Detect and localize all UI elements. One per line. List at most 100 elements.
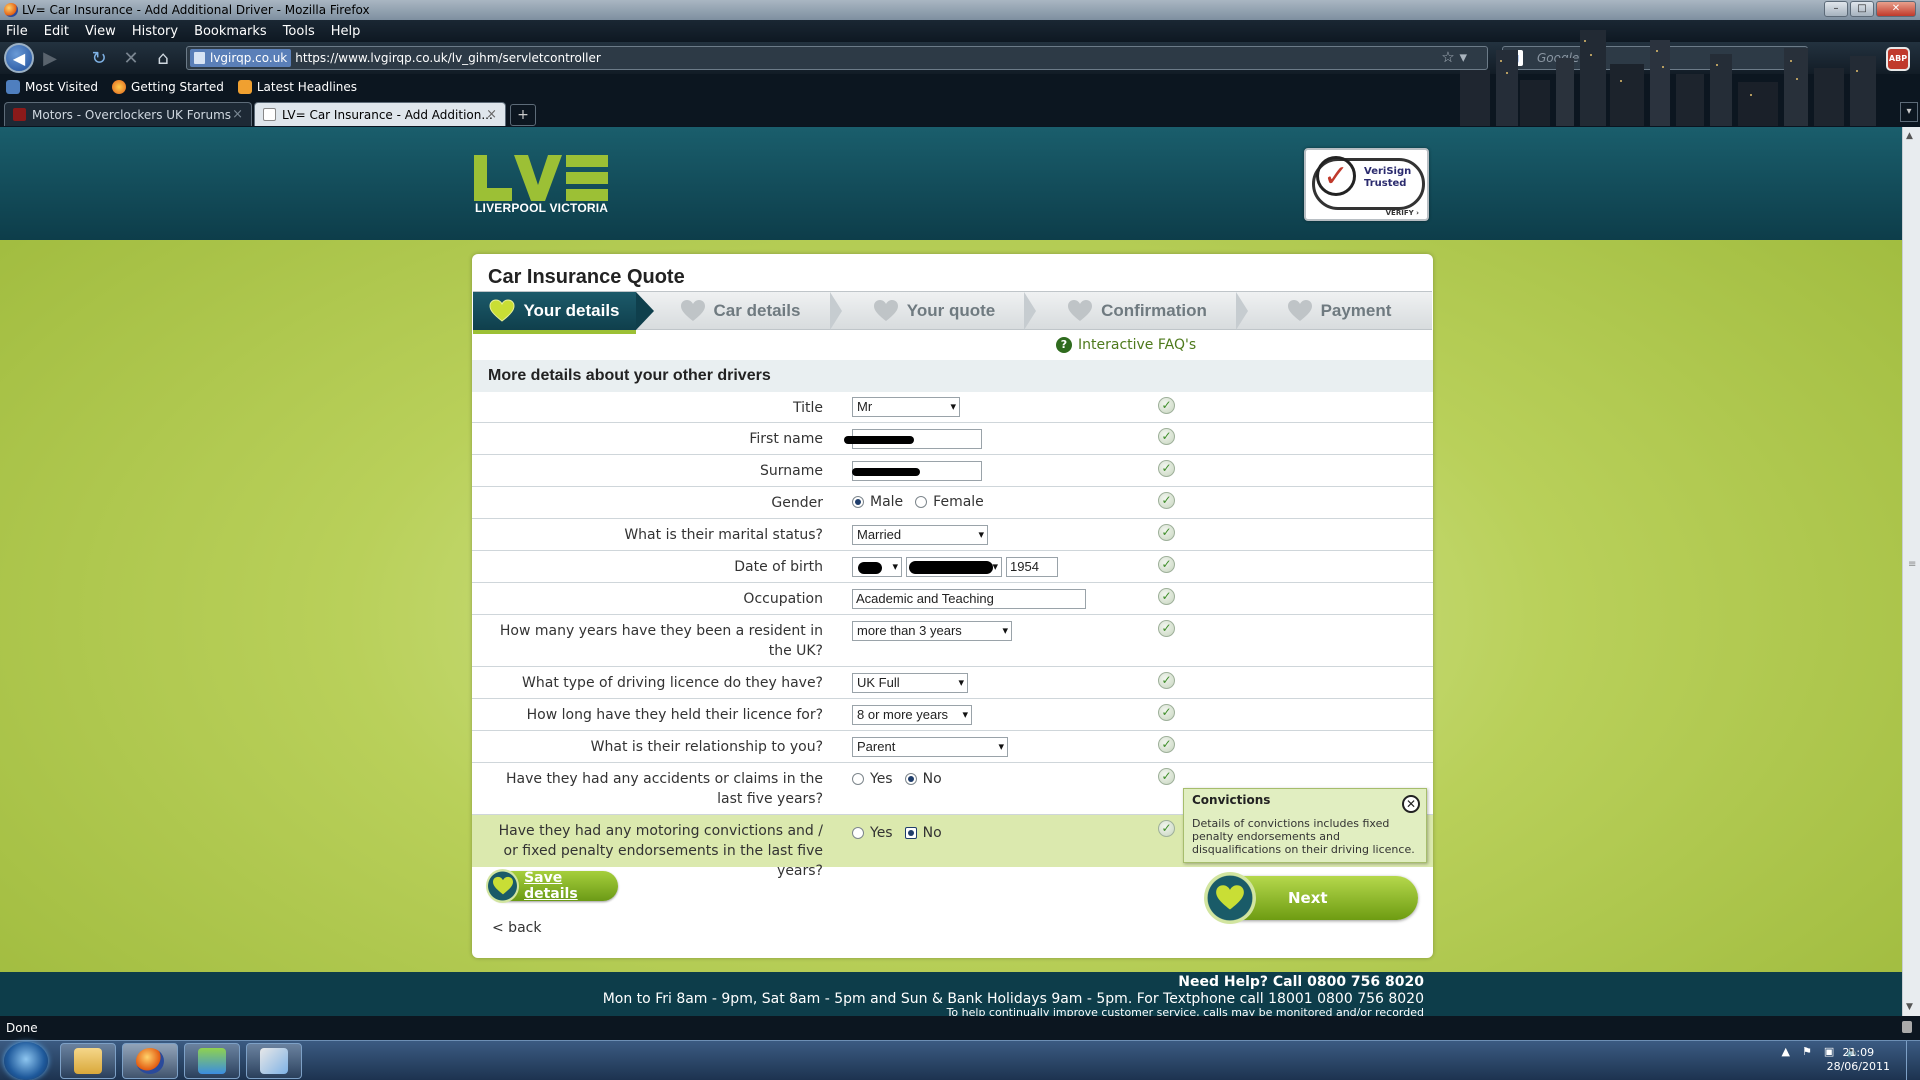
url-text[interactable]: https://www.lvgirqp.co.uk/lv_gihm/servle… <box>295 51 601 65</box>
menu-help[interactable]: Help <box>331 24 361 39</box>
page-title: Car Insurance Quote <box>488 266 685 288</box>
gender-female-label[interactable]: Female <box>933 494 984 510</box>
row-gender: Gender Male Female ✓ <box>472 487 1433 519</box>
close-icon[interactable]: ✕ <box>1402 795 1420 813</box>
reload-icon[interactable]: ↻ <box>86 48 112 69</box>
menu-tools[interactable]: Tools <box>283 24 315 39</box>
forward-button[interactable]: ▶ <box>36 46 64 70</box>
relationship-select[interactable]: Parent <box>852 737 1008 757</box>
stop-icon[interactable]: ✕ <box>118 48 144 69</box>
page-viewport: LIVERPOOL VICTORIA ✓ VeriSign Trusted VER… <box>0 127 1902 1016</box>
faq-link-label[interactable]: Interactive FAQ's <box>1078 337 1196 353</box>
url-bar[interactable]: lvgirqp.co.uk https://www.lvgirqp.co.uk/… <box>186 46 1488 70</box>
accidents-no-radio[interactable] <box>904 773 917 785</box>
window-title: LV= Car Insurance - Add Additional Drive… <box>22 3 370 17</box>
tab-overclockers[interactable]: Motors - Overclockers UK Forums × <box>4 102 252 126</box>
resident-years-select[interactable]: more than 3 years <box>852 621 1012 641</box>
bookmark-latest-headlines[interactable]: Latest Headlines <box>237 80 357 94</box>
marital-status-select[interactable]: Married <box>852 525 988 545</box>
gender-male-label[interactable]: Male <box>870 494 903 510</box>
tab-bar: Motors - Overclockers UK Forums × LV= Ca… <box>0 100 1920 126</box>
adblock-plus-icon[interactable]: ABP <box>1886 47 1910 71</box>
show-desktop-button[interactable] <box>1906 1041 1920 1080</box>
lock-icon[interactable] <box>1902 1021 1912 1033</box>
convictions-yes-label[interactable]: Yes <box>870 825 893 841</box>
licence-held-select[interactable]: 8 or more years <box>852 705 972 725</box>
site-footer: Need Help? Call 0800 756 8020 Mon to Fri… <box>0 972 1902 1016</box>
redaction-mark <box>844 436 914 444</box>
verisign-line2: Trusted <box>1364 178 1407 189</box>
gender-female-radio[interactable] <box>915 496 928 508</box>
start-button[interactable] <box>4 1042 48 1080</box>
taskbar-explorer[interactable] <box>60 1043 116 1079</box>
heart-icon <box>1204 872 1256 924</box>
bookmark-star-icon[interactable]: ☆ ▾ <box>1441 48 1467 66</box>
tab-label: Motors - Overclockers UK Forums <box>32 107 232 122</box>
search-icon[interactable]: ⌕ <box>1793 50 1801 66</box>
home-icon[interactable]: ⌂ <box>150 48 176 69</box>
close-tab-icon[interactable]: × <box>232 107 243 122</box>
google-icon[interactable]: g <box>1507 50 1523 66</box>
gender-male-radio[interactable] <box>852 496 864 508</box>
occupation-input[interactable]: Academic and Teaching <box>852 589 1086 609</box>
save-details-button[interactable]: Save details <box>486 869 618 903</box>
close-window-button[interactable]: ✕ <box>1876 1 1916 17</box>
taskbar-firefox[interactable] <box>122 1043 178 1079</box>
verisign-verify[interactable]: VERIFY › <box>1386 209 1419 217</box>
menu-view[interactable]: View <box>85 24 116 39</box>
dob-year-input[interactable]: 1954 <box>1006 557 1058 577</box>
faq-link[interactable]: ? Interactive FAQ's <box>1056 337 1196 353</box>
new-tab-button[interactable]: + <box>510 104 536 126</box>
licence-type-select[interactable]: UK Full <box>852 673 968 693</box>
step-label: Your details <box>523 301 620 320</box>
next-label[interactable]: Next <box>1288 889 1328 907</box>
bookmark-getting-started[interactable]: Getting Started <box>112 80 224 94</box>
save-details-label[interactable]: Save details <box>524 870 618 902</box>
label-marital-status: What is their marital status? <box>624 527 823 543</box>
search-box[interactable]: g Google ⌕ <box>1502 46 1808 70</box>
scroll-down-arrow-icon[interactable]: ▼ <box>1906 1002 1913 1012</box>
tab-lv-insurance[interactable]: LV= Car Insurance - Add Addition... × <box>254 102 506 126</box>
label-occupation: Occupation <box>743 591 823 607</box>
show-hidden-icons-icon[interactable]: ▲ <box>1782 1045 1790 1058</box>
convictions-yes-radio[interactable] <box>852 827 864 839</box>
site-identity-badge[interactable]: lvgirqp.co.uk <box>190 49 292 67</box>
messenger-icon <box>198 1048 226 1074</box>
menu-bookmarks[interactable]: Bookmarks <box>194 24 267 39</box>
maximize-button[interactable]: □ <box>1850 1 1874 17</box>
label-licence-held: How long have they held their licence fo… <box>526 707 823 723</box>
lv-logo[interactable] <box>474 155 610 201</box>
action-center-flag-icon[interactable]: ⚑ <box>1802 1045 1812 1058</box>
next-button[interactable]: Next <box>1204 872 1418 924</box>
clock[interactable]: 21:09 28/06/2011 <box>1827 1046 1890 1074</box>
row-relationship: What is their relationship to you? Paren… <box>472 731 1433 763</box>
vertical-scrollbar[interactable]: ▲ ≡ ▼ <box>1902 127 1920 1016</box>
menu-edit[interactable]: Edit <box>44 24 69 39</box>
convictions-no-radio[interactable] <box>904 827 917 839</box>
taskbar-paint[interactable] <box>246 1043 302 1079</box>
section-title: More details about your other drivers <box>472 360 1433 392</box>
minimize-button[interactable]: – <box>1824 1 1848 17</box>
valid-check-icon: ✓ <box>1158 556 1175 573</box>
verisign-seal[interactable]: ✓ VeriSign Trusted VERIFY › <box>1304 148 1429 221</box>
back-link[interactable]: < back <box>492 920 541 936</box>
favicon-icon <box>13 108 26 121</box>
valid-check-icon: ✓ <box>1158 620 1175 637</box>
convictions-no-label[interactable]: No <box>923 825 942 841</box>
bookmark-most-visited[interactable]: Most Visited <box>6 80 98 94</box>
clock-date: 28/06/2011 <box>1826 1060 1890 1073</box>
title-select[interactable]: Mr <box>852 397 960 417</box>
label-gender: Gender <box>771 495 823 511</box>
scroll-up-arrow-icon[interactable]: ▲ <box>1906 131 1913 141</box>
close-tab-icon[interactable]: × <box>486 107 497 122</box>
menu-history[interactable]: History <box>132 24 178 39</box>
taskbar-messenger[interactable] <box>184 1043 240 1079</box>
back-button[interactable]: ◀ <box>4 43 34 73</box>
scroll-grip-icon[interactable]: ≡ <box>1908 559 1916 570</box>
accidents-yes-label[interactable]: Yes <box>870 771 893 787</box>
menu-file[interactable]: File <box>6 24 28 39</box>
accidents-yes-radio[interactable] <box>852 773 864 785</box>
search-placeholder[interactable]: Google <box>1537 51 1579 65</box>
accidents-no-label[interactable]: No <box>923 771 942 787</box>
tab-list-chevron-icon[interactable]: ▾ <box>1900 102 1918 122</box>
